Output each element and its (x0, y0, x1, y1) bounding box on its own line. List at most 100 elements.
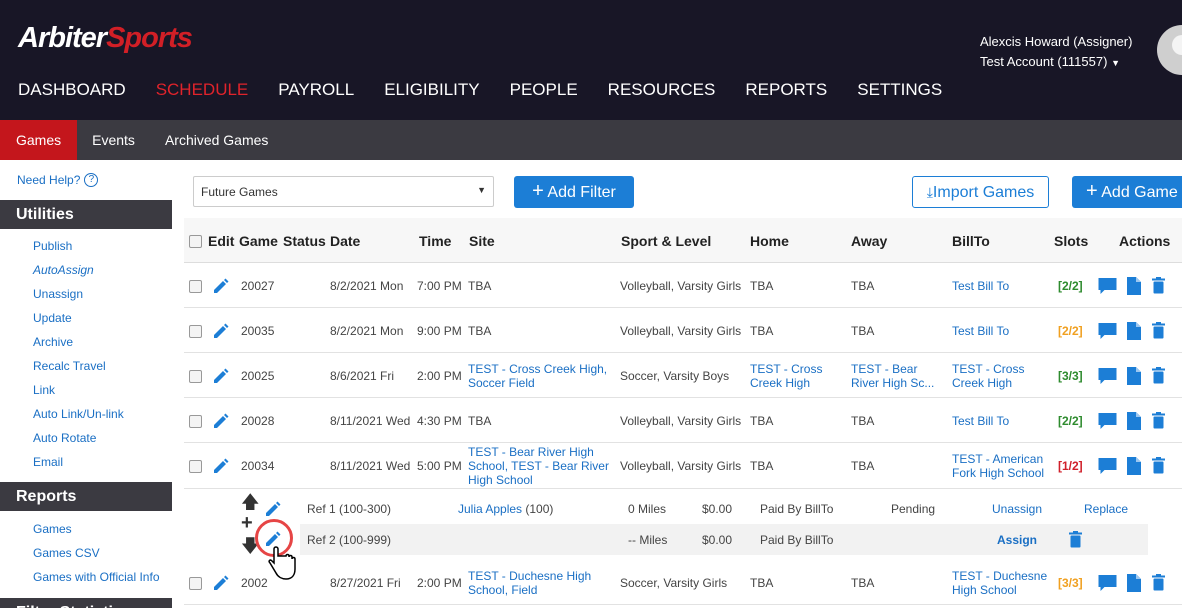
select-all-checkbox[interactable] (189, 235, 202, 248)
trash-icon[interactable] (1151, 457, 1166, 474)
sidebar-item-publish[interactable]: Publish (33, 239, 72, 253)
trash-icon[interactable] (1151, 321, 1166, 339)
nav-schedule[interactable]: SCHEDULE (156, 80, 249, 100)
document-icon[interactable] (1126, 321, 1142, 340)
slots-badge[interactable]: [2/2] (1058, 324, 1083, 338)
billto-link[interactable]: Test Bill To (952, 279, 1009, 293)
col-home[interactable]: Home (750, 233, 789, 249)
user-menu[interactable]: Alexcis Howard (Assigner) Test Account (… (980, 32, 1132, 73)
billto-link[interactable]: Test Bill To (952, 324, 1009, 338)
billto-link[interactable]: TEST - American Fork High School (952, 452, 1044, 480)
col-status[interactable]: Status (283, 233, 326, 249)
sidebar-item-auto-rotate[interactable]: Auto Rotate (33, 431, 96, 445)
document-icon[interactable] (1126, 366, 1142, 385)
col-billto[interactable]: BillTo (952, 233, 990, 249)
sidebar-item-unassign[interactable]: Unassign (33, 287, 83, 301)
edit-slot-pencil-icon[interactable] (264, 500, 282, 518)
billto-link[interactable]: TEST - Duchesne High School (952, 569, 1047, 597)
row-checkbox[interactable] (189, 369, 202, 383)
row-checkbox[interactable] (189, 324, 202, 338)
comment-icon[interactable] (1097, 573, 1118, 592)
document-icon[interactable] (1126, 573, 1142, 592)
trash-icon[interactable] (1151, 573, 1166, 591)
document-icon[interactable] (1126, 411, 1142, 430)
add-slot-plus-icon[interactable]: + (241, 512, 253, 535)
unassign-link[interactable]: Unassign (992, 502, 1042, 516)
home-cell[interactable]: TEST - Cross Creek High (750, 362, 822, 390)
slots-badge[interactable]: [2/2] (1058, 414, 1083, 428)
tab-games[interactable]: Games (0, 120, 78, 160)
nav-dashboard[interactable]: DASHBOARD (18, 80, 126, 100)
sidebar-item-auto-link[interactable]: Auto Link/Un-link (33, 407, 124, 421)
trash-icon[interactable] (1151, 366, 1166, 384)
site-cell[interactable]: TEST - Bear River High School, TEST - Bea… (468, 445, 609, 487)
account-selector[interactable]: Test Account (111557) ▼ (980, 52, 1132, 73)
comment-icon[interactable] (1097, 276, 1118, 295)
nav-payroll[interactable]: PAYROLL (278, 80, 354, 100)
sidebar-item-link[interactable]: Link (33, 383, 55, 397)
site-cell[interactable]: TEST - Duchesne High School, Field (468, 569, 591, 597)
nav-settings[interactable]: SETTINGS (857, 80, 942, 100)
comment-icon[interactable] (1097, 456, 1118, 475)
slots-badge[interactable]: [2/2] (1058, 279, 1083, 293)
table-row: 20027 8/2/2021 Mon 7:00 PM Volleyball, Vars… (184, 263, 1182, 308)
sidebar-item-update[interactable]: Update (33, 311, 72, 325)
slots-badge[interactable]: [3/3] (1058, 576, 1083, 590)
document-icon[interactable] (1126, 457, 1142, 475)
document-icon[interactable] (1126, 276, 1142, 295)
site-cell[interactable]: TEST - Cross Creek High, Soccer Field (468, 362, 607, 390)
col-site[interactable]: Site (469, 233, 495, 249)
import-games-button[interactable]: ⤓Import Games (912, 176, 1049, 208)
comment-icon[interactable] (1097, 411, 1118, 430)
sidebar-item-games-csv[interactable]: Games CSV (33, 546, 100, 560)
row-checkbox[interactable] (189, 576, 202, 590)
edit-pencil-icon[interactable] (212, 277, 230, 295)
sidebar-item-archive[interactable]: Archive (33, 335, 73, 349)
col-time[interactable]: Time (419, 233, 451, 249)
tab-archived-games[interactable]: Archived Games (150, 120, 283, 160)
add-filter-button[interactable]: + Add Filter (514, 176, 634, 208)
add-game-button[interactable]: + Add Game (1072, 176, 1182, 208)
edit-pencil-icon[interactable] (212, 574, 230, 592)
arbitersports-logo[interactable]: ArbiterSports (18, 22, 193, 55)
billto-link[interactable]: TEST - Cross Creek High (952, 362, 1024, 390)
row-checkbox[interactable] (189, 414, 202, 428)
billto-link[interactable]: Test Bill To (952, 414, 1009, 428)
sidebar-item-games-official-info[interactable]: Games with Official Info (33, 570, 160, 584)
edit-pencil-icon[interactable] (212, 457, 230, 475)
sidebar-item-email[interactable]: Email (33, 455, 63, 469)
nav-eligibility[interactable]: ELIGIBILITY (384, 80, 479, 100)
filter-select[interactable]: Future Games ▼ (193, 176, 494, 207)
nav-people[interactable]: PEOPLE (510, 80, 578, 100)
replace-link[interactable]: Replace (1084, 502, 1128, 516)
assign-link[interactable]: Assign (997, 533, 1037, 547)
need-help-link[interactable]: Need Help?? (17, 173, 99, 187)
trash-icon[interactable] (1151, 276, 1166, 294)
avatar[interactable] (1157, 25, 1182, 75)
away-cell[interactable]: TEST - Bear River High Sc... (851, 362, 934, 390)
col-slots[interactable]: Slots (1054, 233, 1088, 249)
nav-resources[interactable]: RESOURCES (608, 80, 716, 100)
site-cell: TBA (468, 324, 491, 338)
slots-badge[interactable]: [1/2] (1058, 459, 1083, 473)
col-date[interactable]: Date (330, 233, 360, 249)
official-link[interactable]: Julia Apples (458, 502, 522, 516)
col-game[interactable]: Game (239, 233, 278, 249)
slots-badge[interactable]: [3/3] (1058, 369, 1083, 383)
nav-reports[interactable]: REPORTS (745, 80, 827, 100)
comment-icon[interactable] (1097, 321, 1118, 340)
trash-icon[interactable] (1068, 531, 1083, 548)
comment-icon[interactable] (1097, 366, 1118, 385)
edit-pencil-icon[interactable] (212, 412, 230, 430)
edit-pencil-icon[interactable] (212, 322, 230, 340)
tab-events[interactable]: Events (77, 120, 150, 160)
col-sport-level[interactable]: Sport & Level (621, 233, 711, 249)
sidebar-item-games-report[interactable]: Games (33, 522, 72, 536)
edit-pencil-icon[interactable] (212, 367, 230, 385)
sidebar-item-recalc-travel[interactable]: Recalc Travel (33, 359, 106, 373)
row-checkbox[interactable] (189, 279, 202, 293)
row-checkbox[interactable] (189, 460, 202, 473)
col-away[interactable]: Away (851, 233, 887, 249)
trash-icon[interactable] (1151, 411, 1166, 429)
sidebar-item-autoassign[interactable]: AutoAssign (33, 263, 94, 277)
